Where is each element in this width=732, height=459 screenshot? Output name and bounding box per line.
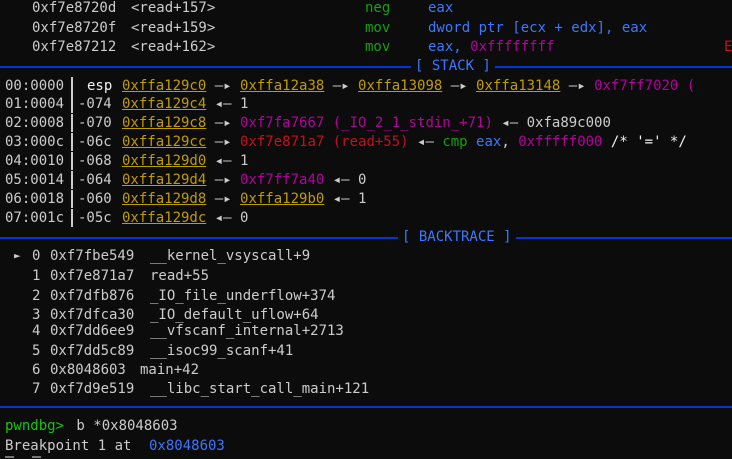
stack-offset: -074: [78, 96, 112, 112]
stack-index: 04:0010: [5, 153, 65, 169]
stack-title: [ STACK ]: [411, 56, 495, 76]
backtrace-frame: 4 0xf7dd6ee9 __vfscanf_internal+2713: [32, 323, 344, 339]
stack-row: 03:000c -06c 0xffa129cc —▸ 0xf7e871a7 (r…: [5, 133, 687, 151]
stack-offset: -070: [78, 115, 112, 131]
backtrace-frame: 6 0x8048603 main+42: [32, 362, 200, 378]
disasm-line: 0xf7e8720f <read+159> mov dword ptr [ecx…: [0, 18, 647, 38]
command-line[interactable]: pwndbg> b *0x8048603: [0, 416, 178, 436]
disasm-symbol: <read+159>: [131, 20, 216, 36]
disasm-symbol: <read+162>: [131, 39, 216, 55]
text-cursor: [5, 456, 14, 458]
disasm-operands: dword ptr [ecx + edx], eax: [428, 20, 648, 36]
disasm-line: 0xf7e8720d <read+157> neg eax: [0, 0, 453, 18]
stack-values: 0xffa129c0 —▸ 0xffa12a38 —▸ 0xffa13098 —…: [122, 78, 696, 94]
backtrace-frame: 2 0xf7dfb876 _IO_file_underflow+374: [32, 288, 336, 304]
stack-row: 02:0008 -070 0xffa129c8 —▸ 0xf7fa7667 (_…: [5, 114, 611, 132]
stack-row: 01:0004 -074 0xffa129c4 ◂— 1: [5, 95, 249, 113]
backtrace-separator: [ BACKTRACE ]: [0, 227, 732, 247]
terminal-window[interactable]: 0xf7e8720d <read+157> neg eax 0xf7e8720f…: [0, 0, 732, 459]
disasm-mnemonic: neg: [365, 0, 391, 16]
stack-row: 07:001c -05c 0xffa129dc ◂— 0: [5, 209, 249, 227]
context-end-separator: [0, 396, 732, 416]
backtrace-title: [ BACKTRACE ]: [398, 227, 516, 247]
stack-row: 00:0000 esp 0xffa129c0 —▸ 0xffa12a38 —▸ …: [0, 76, 695, 96]
text-cursor: [32, 456, 41, 458]
disasm-symbol: <read+157>: [131, 0, 216, 16]
stack-index: 02:0008: [5, 115, 65, 131]
stack-offset: -060: [78, 191, 112, 207]
stack-index: 06:0018: [5, 191, 65, 207]
stack-offset: -05c: [78, 210, 112, 226]
disasm-address: 0xf7e87212: [32, 39, 117, 55]
backtrace-frame: 5 0xf7dd5c89 __isoc99_scanf+41: [32, 343, 294, 359]
stack-offset: -068: [78, 153, 112, 169]
disasm-operands: eax: [428, 0, 454, 16]
backtrace-frame: 1 0xf7e871a7 read+55: [32, 268, 210, 284]
stack-offset: -06c: [78, 134, 112, 150]
command-input[interactable]: b *0x8048603: [68, 416, 177, 436]
disasm-line: 0xf7e87212 <read+162> mov eax, 0xfffffff…: [0, 37, 732, 57]
disasm-address: 0xf7e8720f: [32, 20, 117, 36]
stack-row: 06:0018 -060 0xffa129d8 —▸ 0xffa129b0 ◂—…: [5, 190, 367, 208]
stack-separator: [ STACK ]: [0, 56, 732, 76]
backtrace-frame: ► 0 0xf7fbe549 __kernel_vsyscall+9: [14, 248, 311, 264]
disasm-address: 0xf7e8720d: [32, 0, 117, 16]
output-text: Breakpoint 1 at: [5, 438, 140, 454]
current-frame-marker: ►: [14, 249, 21, 262]
stack-index: 07:001c: [5, 210, 65, 226]
stack-register: esp: [87, 78, 113, 94]
disasm-mnemonic: mov: [365, 20, 391, 36]
stack-index: 01:0004: [5, 96, 65, 112]
stack-offset: -064: [78, 172, 112, 188]
disasm-truncated: E: [724, 39, 732, 55]
stack-index: 05:0014: [5, 172, 65, 188]
stack-index: 03:000c: [5, 134, 65, 150]
disasm-mnemonic: mov: [365, 39, 391, 55]
command-output: Breakpoint 1 at 0x8048603: [0, 436, 225, 456]
output-address: 0x8048603: [149, 438, 225, 454]
stack-row: 05:0014 -064 0xffa129d4 —▸ 0xf7ff7a40 ◂—…: [5, 171, 367, 189]
disasm-immediate: 0xffffffff: [470, 39, 555, 55]
disasm-operands: eax, 0xffffffff: [428, 39, 555, 55]
stack-row: 04:0010 -068 0xffa129d0 ◂— 1: [5, 152, 249, 170]
pwndbg-prompt: pwndbg>: [5, 418, 65, 434]
stack-index: 00:0000: [5, 78, 65, 94]
